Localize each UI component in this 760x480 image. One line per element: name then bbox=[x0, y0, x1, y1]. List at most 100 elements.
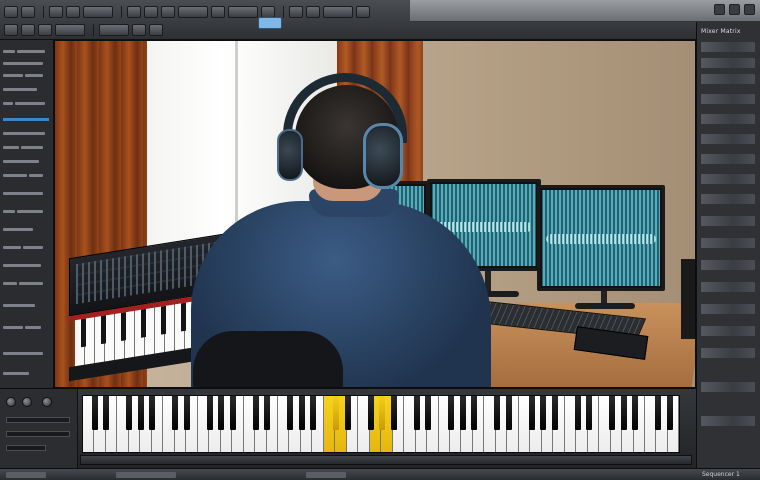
maximize-icon[interactable] bbox=[729, 4, 740, 15]
piano-black-key[interactable] bbox=[91, 396, 98, 430]
piano-black-key[interactable] bbox=[413, 396, 420, 430]
mixer-channel[interactable] bbox=[701, 216, 755, 226]
mixer-channel[interactable] bbox=[701, 238, 755, 248]
piano-black-key[interactable] bbox=[183, 396, 190, 430]
track-item[interactable] bbox=[3, 60, 51, 66]
piano-black-key[interactable] bbox=[298, 396, 305, 430]
track-item[interactable] bbox=[3, 48, 51, 54]
mixer-channel[interactable] bbox=[701, 58, 755, 68]
piano-black-key[interactable] bbox=[459, 396, 466, 430]
piano-black-key[interactable] bbox=[632, 396, 638, 430]
mixer-channel[interactable] bbox=[701, 174, 755, 184]
mod-knob[interactable] bbox=[42, 397, 52, 407]
piano-black-key[interactable] bbox=[206, 396, 213, 430]
mixer-channel[interactable] bbox=[701, 382, 755, 392]
pointer-tool-icon[interactable] bbox=[4, 24, 18, 36]
piano-black-key[interactable] bbox=[172, 396, 178, 430]
piano-black-key[interactable] bbox=[655, 396, 661, 430]
octave-selector[interactable] bbox=[6, 445, 46, 451]
piano-black-key[interactable] bbox=[574, 396, 581, 430]
video-preview[interactable] bbox=[54, 40, 696, 388]
piano-black-key[interactable] bbox=[494, 396, 500, 430]
track-item[interactable] bbox=[3, 244, 51, 250]
mixer-channel[interactable] bbox=[701, 134, 755, 144]
transport-display[interactable] bbox=[258, 17, 282, 29]
piano-black-key[interactable] bbox=[425, 396, 431, 430]
track-item[interactable] bbox=[3, 350, 51, 356]
piano-black-key[interactable] bbox=[367, 396, 374, 430]
mute-icon[interactable] bbox=[132, 24, 146, 36]
piano-black-key[interactable] bbox=[540, 396, 546, 430]
piano-black-key[interactable] bbox=[586, 396, 592, 430]
track-item[interactable] bbox=[3, 262, 51, 268]
piano-black-key[interactable] bbox=[103, 396, 109, 430]
piano-black-key[interactable] bbox=[229, 396, 236, 430]
pencil-tool-icon[interactable] bbox=[21, 24, 35, 36]
piano-black-key[interactable] bbox=[149, 396, 155, 430]
piano-black-key[interactable] bbox=[218, 396, 224, 430]
mixer-channel[interactable] bbox=[701, 94, 755, 104]
undo-icon[interactable] bbox=[49, 6, 63, 18]
piano-black-key[interactable] bbox=[264, 396, 270, 430]
mixer-channel[interactable] bbox=[701, 304, 755, 314]
stop-icon[interactable] bbox=[144, 6, 158, 18]
track-item[interactable] bbox=[3, 280, 51, 286]
piano-black-key[interactable] bbox=[620, 396, 627, 430]
track-item[interactable] bbox=[3, 158, 51, 164]
mixer-channel[interactable] bbox=[701, 348, 755, 358]
file-icon[interactable] bbox=[4, 6, 18, 18]
settings-icon[interactable] bbox=[356, 6, 370, 18]
piano-black-key[interactable] bbox=[528, 396, 535, 430]
piano-keyboard[interactable] bbox=[82, 395, 680, 453]
mixer-channel[interactable] bbox=[701, 416, 755, 426]
piano-black-key[interactable] bbox=[390, 396, 397, 430]
track-item[interactable] bbox=[3, 130, 51, 136]
track-item[interactable] bbox=[3, 100, 51, 106]
track-item[interactable] bbox=[3, 302, 51, 308]
mixer-channel[interactable] bbox=[701, 260, 755, 270]
quantize-button[interactable] bbox=[55, 24, 85, 36]
play-icon[interactable] bbox=[127, 6, 141, 18]
track-item[interactable] bbox=[3, 226, 51, 232]
pitch-slider[interactable] bbox=[6, 417, 70, 423]
piano-black-key[interactable] bbox=[551, 396, 558, 430]
piano-black-key[interactable] bbox=[344, 396, 351, 430]
mixer-channel[interactable] bbox=[701, 282, 755, 292]
minimize-icon[interactable] bbox=[714, 4, 725, 15]
solo-icon[interactable] bbox=[149, 24, 163, 36]
pan-knob[interactable] bbox=[22, 397, 32, 407]
track-item[interactable] bbox=[3, 144, 51, 150]
piano-black-key[interactable] bbox=[609, 396, 615, 430]
piano-black-key[interactable] bbox=[310, 396, 316, 430]
zoom-in-icon[interactable] bbox=[289, 6, 303, 18]
loop-icon[interactable] bbox=[211, 6, 225, 18]
mixer-channel[interactable] bbox=[701, 326, 755, 336]
mixer-channel[interactable] bbox=[701, 114, 755, 124]
track-select-button[interactable] bbox=[99, 24, 129, 36]
mixer-channel[interactable] bbox=[701, 74, 755, 84]
piano-black-key[interactable] bbox=[287, 396, 293, 430]
volume-knob[interactable] bbox=[6, 397, 16, 407]
view-button[interactable] bbox=[323, 6, 353, 18]
piano-black-key[interactable] bbox=[666, 396, 673, 430]
track-item[interactable] bbox=[3, 190, 51, 196]
piano-black-key[interactable] bbox=[333, 396, 339, 430]
piano-black-key[interactable] bbox=[448, 396, 454, 430]
mixer-channel[interactable] bbox=[701, 194, 755, 204]
piano-black-key[interactable] bbox=[471, 396, 477, 430]
piano-black-key[interactable] bbox=[137, 396, 144, 430]
redo-icon[interactable] bbox=[66, 6, 80, 18]
track-item[interactable] bbox=[3, 172, 51, 178]
eraser-tool-icon[interactable] bbox=[38, 24, 52, 36]
track-item[interactable] bbox=[3, 370, 51, 376]
save-icon[interactable] bbox=[21, 6, 35, 18]
track-item[interactable] bbox=[3, 324, 51, 330]
velocity-slider[interactable] bbox=[6, 431, 70, 437]
piano-black-key[interactable] bbox=[379, 396, 385, 430]
mixer-channel[interactable] bbox=[701, 154, 755, 164]
tempo-button[interactable] bbox=[178, 6, 208, 18]
record-icon[interactable] bbox=[161, 6, 175, 18]
piano-black-key[interactable] bbox=[252, 396, 259, 430]
zoom-out-icon[interactable] bbox=[306, 6, 320, 18]
track-item[interactable] bbox=[3, 86, 51, 92]
